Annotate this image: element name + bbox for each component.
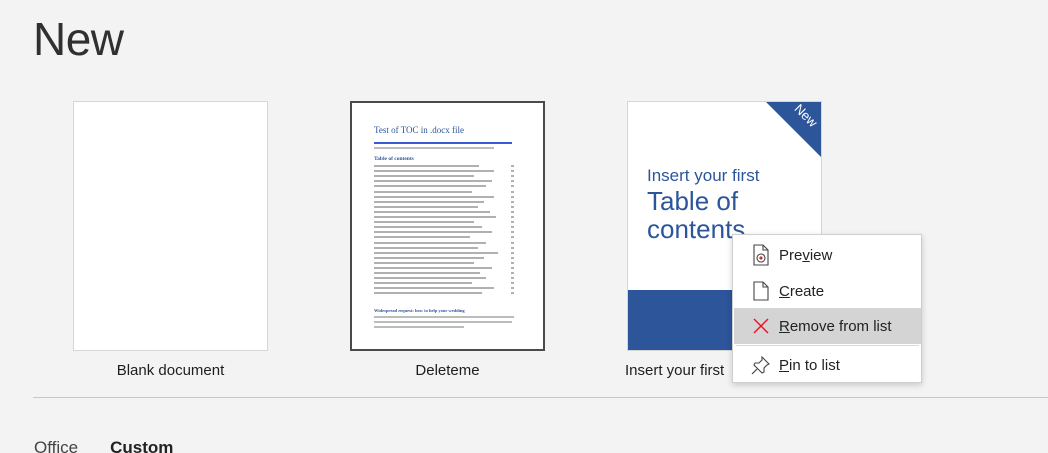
preview-toc-row xyxy=(374,236,514,239)
preview-toc-row xyxy=(374,200,514,203)
template-label: Blank document xyxy=(116,362,225,379)
menu-separator xyxy=(736,345,919,346)
preview-toc-row xyxy=(374,180,514,183)
preview-text-line xyxy=(374,326,464,329)
menu-item-label: Pin to list xyxy=(779,356,840,374)
preview-doc-title: Test of TOC in .docx file xyxy=(374,125,465,135)
template-label: Deleteme xyxy=(415,362,480,379)
remove-x-icon xyxy=(748,318,774,334)
blank-document-thumbnail[interactable] xyxy=(73,101,268,351)
menu-item-label: Remove from list xyxy=(779,317,892,335)
template-tabs: Office Custom xyxy=(34,438,173,453)
pin-icon xyxy=(748,355,774,375)
create-document-icon xyxy=(748,281,774,301)
menu-item-remove-from-list[interactable]: Remove from list xyxy=(734,308,921,344)
preview-toc-row xyxy=(374,221,514,224)
context-menu: Preview Create Remove from list Pin to l… xyxy=(732,234,922,383)
preview-toc-heading: Table of contents xyxy=(374,156,414,162)
preview-toc-row xyxy=(374,205,514,208)
preview-toc-row xyxy=(374,170,514,173)
preview-toc-row xyxy=(374,185,514,188)
preview-toc-row xyxy=(374,231,514,234)
preview-icon xyxy=(748,244,774,266)
preview-toc-row xyxy=(374,195,514,198)
preview-toc-row xyxy=(374,256,514,259)
preview-toc-row xyxy=(374,210,514,213)
document-preview: Test of TOC in .docx file Table of conte… xyxy=(374,125,514,329)
preview-toc-row xyxy=(374,226,514,229)
menu-item-pin-to-list[interactable]: Pin to list xyxy=(734,347,921,383)
preview-link-line xyxy=(374,142,512,144)
preview-toc-row xyxy=(374,165,514,168)
preview-toc-row xyxy=(374,277,514,280)
menu-item-label: Create xyxy=(779,282,825,300)
tab-custom[interactable]: Custom xyxy=(110,438,173,453)
preview-toc-row xyxy=(374,216,514,219)
preview-toc-row xyxy=(374,175,514,178)
menu-item-label: Preview xyxy=(779,246,833,264)
preview-text-line xyxy=(374,321,512,324)
preview-toc-row xyxy=(374,190,514,193)
preview-toc-row xyxy=(374,292,514,295)
section-divider xyxy=(33,397,1048,398)
preview-toc-row xyxy=(374,282,514,285)
preview-toc-row xyxy=(374,287,514,290)
preview-toc-row xyxy=(374,241,514,244)
preview-section-heading: Widespread request: how to help your wed… xyxy=(374,308,465,314)
deleteme-thumbnail[interactable]: Test of TOC in .docx file Table of conte… xyxy=(350,101,545,351)
preview-toc-row xyxy=(374,246,514,249)
preview-toc-row xyxy=(374,251,514,254)
preview-toc-row xyxy=(374,272,514,275)
preview-text-line xyxy=(374,147,494,149)
preview-text-line xyxy=(374,316,514,319)
tab-office[interactable]: Office xyxy=(34,438,78,453)
preview-toc-row xyxy=(374,261,514,264)
menu-item-create[interactable]: Create xyxy=(734,273,921,309)
toc-subtitle: Insert your first xyxy=(647,166,760,185)
preview-toc-rows xyxy=(374,165,514,295)
page-title: New xyxy=(33,13,124,65)
preview-toc-row xyxy=(374,266,514,269)
menu-item-preview[interactable]: Preview xyxy=(734,237,921,273)
